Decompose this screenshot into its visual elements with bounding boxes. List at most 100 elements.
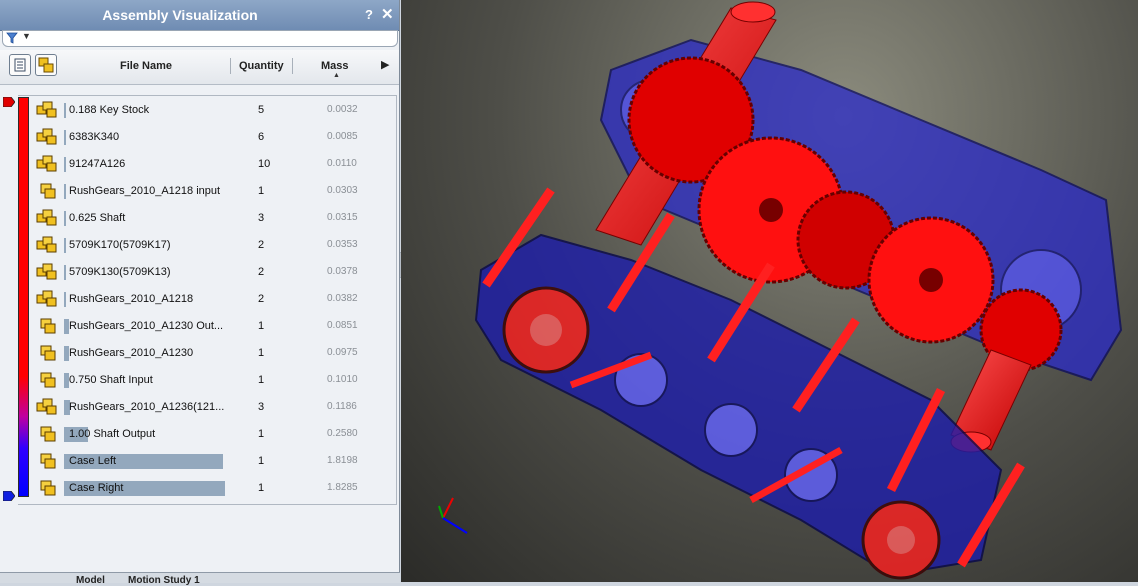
tab-model[interactable]: Model xyxy=(76,575,105,586)
component-quantity: 2 xyxy=(258,239,265,251)
component-quantity: 1 xyxy=(258,482,265,494)
component-mass: 0.0353 xyxy=(327,239,358,250)
component-row[interactable]: RushGears_2010_A1218 input 1 0.0303 xyxy=(32,178,396,205)
component-quantity: 2 xyxy=(258,293,265,305)
component-row[interactable]: 1.00 Shaft Output 1 0.2580 xyxy=(32,421,396,448)
filter-dropdown-caret[interactable]: ▼ xyxy=(22,31,31,41)
part-icon xyxy=(40,345,56,361)
component-row[interactable]: RushGears_2010_A1236(121... 3 0.1186 xyxy=(32,394,396,421)
multi-part-icon xyxy=(36,290,57,307)
component-mass: 1.8285 xyxy=(327,482,358,493)
component-row[interactable]: 0.625 Shaft 3 0.0315 xyxy=(32,205,396,232)
component-mass: 0.1186 xyxy=(327,401,357,412)
component-quantity: 2 xyxy=(258,266,265,278)
component-row[interactable]: 0.188 Key Stock 5 0.0032 xyxy=(32,97,396,124)
component-name: 0.188 Key Stock xyxy=(69,104,150,116)
component-row[interactable]: 91247A126 10 0.0110 xyxy=(32,151,396,178)
component-quantity: 10 xyxy=(258,158,271,170)
component-name: 1.00 Shaft Output xyxy=(69,428,156,440)
multi-part-icon xyxy=(36,155,57,172)
component-name: 5709K170(5709K17) xyxy=(69,239,171,251)
tab-motion-study[interactable]: Motion Study 1 xyxy=(128,575,200,586)
column-file-name[interactable]: File Name xyxy=(120,60,172,72)
component-mass: 0.2580 xyxy=(327,428,358,439)
multi-part-icon xyxy=(36,101,57,118)
multi-part-icon xyxy=(36,128,57,145)
list-view-icon xyxy=(14,58,26,72)
component-row[interactable]: RushGears_2010_A1230 1 0.0975 xyxy=(32,340,396,367)
column-quantity[interactable]: Quantity xyxy=(239,60,284,72)
multi-part-icon xyxy=(36,263,57,280)
part-icon xyxy=(40,426,56,442)
close-button[interactable]: ✕ xyxy=(381,5,394,23)
component-mass: 0.0315 xyxy=(327,212,358,223)
component-row[interactable]: Case Right 1 1.8285 xyxy=(32,475,396,502)
component-name: 6383K340 xyxy=(69,131,120,143)
coordinate-triad-icon xyxy=(438,497,468,534)
mass-bar xyxy=(64,265,66,280)
filter-bar[interactable]: ▼ xyxy=(2,30,398,47)
lower-range-slider[interactable] xyxy=(3,491,15,501)
component-row[interactable]: 0.750 Shaft Input 1 0.1010 xyxy=(32,367,396,394)
mass-bar xyxy=(64,292,66,307)
component-mass: 0.0382 xyxy=(327,293,358,304)
nested-view-button[interactable] xyxy=(35,54,57,76)
component-mass: 1.8198 xyxy=(327,455,358,466)
component-row[interactable]: RushGears_2010_A1230 Out... 1 0.0851 xyxy=(32,313,396,340)
component-mass: 0.0032 xyxy=(327,104,358,115)
component-quantity: 3 xyxy=(258,401,265,413)
component-mass: 0.1010 xyxy=(327,374,358,385)
funnel-icon[interactable] xyxy=(6,32,18,44)
component-mass: 0.0303 xyxy=(327,185,358,196)
mass-bar xyxy=(64,157,66,172)
flat-list-view-button[interactable] xyxy=(9,54,31,76)
graphics-viewport[interactable] xyxy=(401,0,1138,582)
component-name: Case Right xyxy=(69,482,124,494)
component-row[interactable]: 6383K340 6 0.0085 xyxy=(32,124,396,151)
scroll-right-arrow-icon[interactable]: ▶ xyxy=(381,58,389,71)
column-divider[interactable] xyxy=(230,58,231,74)
multi-part-icon xyxy=(36,398,57,415)
component-row[interactable]: 5709K130(5709K13) 2 0.0378 xyxy=(32,259,396,286)
component-name: 0.750 Shaft Input xyxy=(69,374,153,386)
component-mass: 0.0085 xyxy=(327,131,358,142)
part-icon xyxy=(40,372,56,388)
bottom-tab-strip: Model Motion Study 1 xyxy=(0,572,400,586)
component-list: 0.188 Key Stock 5 0.0032 6383K340 6 0.0085 912… xyxy=(0,92,399,512)
assembly-visualization-panel: Assembly Visualization ? ✕ ▼ File Name Q… xyxy=(0,0,400,586)
sort-ascending-icon: ▲ xyxy=(333,72,340,79)
mass-bar xyxy=(64,211,66,226)
component-name: RushGears_2010_A1230 xyxy=(69,347,194,359)
component-name: RushGears_2010_A1218 xyxy=(69,293,194,305)
part-icon xyxy=(40,318,56,334)
mass-bar xyxy=(64,130,66,145)
multi-part-icon xyxy=(36,236,57,253)
column-divider[interactable] xyxy=(292,58,293,74)
component-row[interactable]: RushGears_2010_A1218 2 0.0382 xyxy=(32,286,396,313)
component-quantity: 1 xyxy=(258,374,265,386)
panel-titlebar: Assembly Visualization ? ✕ xyxy=(0,0,399,31)
component-mass: 0.0110 xyxy=(327,158,357,169)
component-row[interactable]: 5709K170(5709K17) 2 0.0353 xyxy=(32,232,396,259)
component-row[interactable]: Case Left 1 1.8198 xyxy=(32,448,396,475)
mass-bar xyxy=(64,184,66,199)
assembly-icon xyxy=(38,57,54,73)
upper-range-slider[interactable] xyxy=(3,97,15,107)
component-name: 91247A126 xyxy=(69,158,126,170)
mass-bar xyxy=(64,103,66,118)
multi-part-icon xyxy=(36,209,57,226)
component-name: RushGears_2010_A1218 input xyxy=(69,185,221,197)
mass-bar xyxy=(64,238,66,253)
component-mass: 0.0975 xyxy=(327,347,358,358)
help-button[interactable]: ? xyxy=(365,7,373,22)
component-mass: 0.0851 xyxy=(327,320,358,331)
part-icon xyxy=(40,480,56,496)
component-name: RushGears_2010_A1236(121... xyxy=(69,401,225,413)
component-quantity: 5 xyxy=(258,104,265,116)
column-mass[interactable]: Mass xyxy=(321,60,349,72)
component-name: 0.625 Shaft xyxy=(69,212,126,224)
column-header: File Name Quantity Mass ▲ ▶ xyxy=(0,50,399,85)
component-quantity: 1 xyxy=(258,347,265,359)
component-name: 5709K130(5709K13) xyxy=(69,266,171,278)
gearbox-model[interactable] xyxy=(401,0,1138,582)
